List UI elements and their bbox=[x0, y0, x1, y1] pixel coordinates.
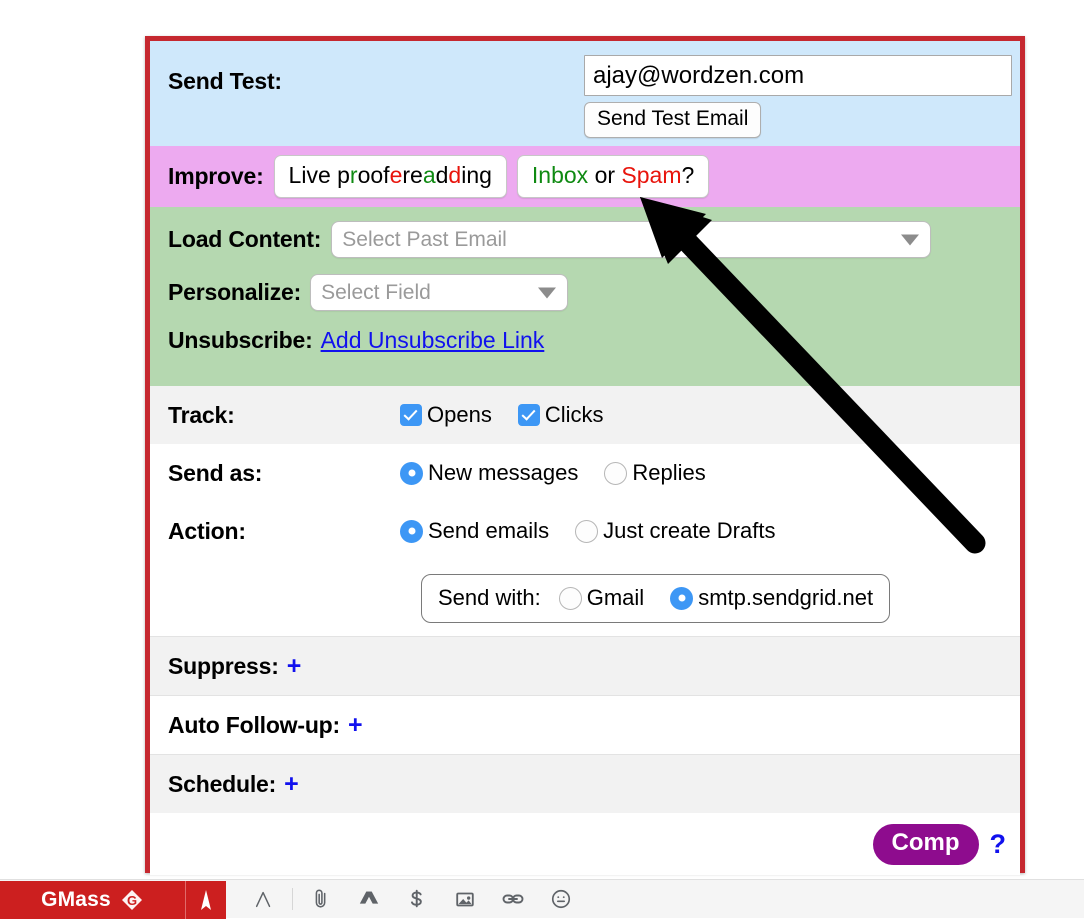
text-segment: or bbox=[588, 162, 621, 188]
track-label: Track: bbox=[168, 402, 400, 429]
personalize-label: Personalize: bbox=[168, 279, 301, 306]
send-with-smtp-radio[interactable] bbox=[670, 587, 693, 610]
panel-footer: Comp ? bbox=[150, 813, 1020, 875]
send-test-row: Send Test: Send Test Email bbox=[150, 41, 1020, 146]
improve-label: Improve: bbox=[168, 163, 264, 190]
send-as-new-messages-radio[interactable] bbox=[400, 462, 423, 485]
insert-link-icon[interactable] bbox=[489, 880, 537, 918]
compose-toolbar: GMass G bbox=[0, 879, 1084, 918]
text-segment: d bbox=[436, 162, 449, 188]
load-content-placeholder: Select Past Email bbox=[332, 228, 507, 252]
suppress-expand-icon[interactable]: + bbox=[287, 654, 302, 679]
attach-file-icon[interactable] bbox=[297, 880, 345, 918]
track-opens-checkbox[interactable] bbox=[400, 404, 422, 426]
gmass-send-button[interactable]: GMass G bbox=[0, 881, 185, 919]
text-segment: re bbox=[402, 162, 422, 188]
text-segment: Live p bbox=[289, 162, 350, 188]
text-segment: Spam bbox=[621, 162, 681, 188]
send-with-row: Send with: Gmail smtp.sendgrid.net bbox=[150, 560, 1020, 636]
gmass-arrow-icon bbox=[199, 889, 213, 911]
send-with-box: Send with: Gmail smtp.sendgrid.net bbox=[421, 574, 890, 623]
gmass-settings-panel: Send Test: Send Test Email Improve: Live… bbox=[145, 36, 1025, 873]
send-with-label: Send with: bbox=[438, 585, 541, 611]
insert-money-icon[interactable] bbox=[393, 880, 441, 918]
help-question-icon[interactable]: ? bbox=[990, 829, 1007, 860]
personalize-placeholder: Select Field bbox=[311, 281, 431, 305]
action-options: Send emails Just create Drafts bbox=[400, 518, 801, 544]
send-with-smtp-label: smtp.sendgrid.net bbox=[698, 585, 873, 611]
text-segment: r bbox=[350, 162, 358, 188]
schedule-label: Schedule: bbox=[168, 771, 276, 798]
send-as-options: New messages Replies bbox=[400, 460, 732, 486]
schedule-expand-icon[interactable]: + bbox=[284, 772, 299, 797]
content-options-block: Load Content: Select Past Email Personal… bbox=[150, 207, 1020, 386]
auto-followup-row[interactable]: Auto Follow-up: + bbox=[150, 695, 1020, 754]
track-opens-label: Opens bbox=[427, 402, 492, 428]
svg-text:G: G bbox=[127, 893, 137, 908]
text-segment: ing bbox=[461, 162, 492, 188]
track-clicks-label: Clicks bbox=[545, 402, 604, 428]
personalize-row: Personalize: Select Field bbox=[168, 274, 1002, 311]
load-content-label: Load Content: bbox=[168, 226, 321, 253]
text-segment: a bbox=[423, 162, 436, 188]
send-test-fields: Send Test Email bbox=[584, 55, 1012, 138]
chevron-down-icon bbox=[901, 234, 919, 245]
comp-button[interactable]: Comp bbox=[873, 824, 979, 865]
action-label: Action: bbox=[168, 518, 400, 545]
gmass-g-icon: G bbox=[120, 888, 144, 912]
suppress-label: Suppress: bbox=[168, 653, 279, 680]
action-create-drafts-label: Just create Drafts bbox=[603, 518, 775, 544]
action-send-emails-radio[interactable] bbox=[400, 520, 423, 543]
send-as-row: Send as: New messages Replies bbox=[150, 444, 1020, 502]
track-options: Opens Clicks bbox=[400, 402, 630, 428]
gmass-button-label: GMass bbox=[41, 888, 111, 912]
insert-photo-icon[interactable] bbox=[441, 880, 489, 918]
auto-followup-expand-icon[interactable]: + bbox=[348, 713, 363, 738]
send-as-new-messages-label: New messages bbox=[428, 460, 578, 486]
inbox-or-spam-button[interactable]: Inbox or Spam? bbox=[517, 155, 709, 198]
text-segment: Inbox bbox=[532, 162, 588, 188]
text-segment: d bbox=[448, 162, 461, 188]
send-as-label: Send as: bbox=[168, 460, 400, 487]
live-proofreading-button[interactable]: Live proofereadding bbox=[274, 155, 507, 198]
send-with-gmail-radio[interactable] bbox=[559, 587, 582, 610]
formatting-toolbar-icons bbox=[240, 880, 585, 918]
formatting-icon[interactable] bbox=[240, 880, 288, 918]
improve-row: Improve: Live proofereadding Inbox or Sp… bbox=[150, 146, 1020, 207]
google-drive-icon[interactable] bbox=[345, 880, 393, 918]
chevron-down-icon bbox=[538, 287, 556, 298]
suppress-row[interactable]: Suppress: + bbox=[150, 636, 1020, 695]
unsubscribe-row: Unsubscribe: Add Unsubscribe Link bbox=[168, 327, 1002, 354]
text-segment: e bbox=[390, 162, 403, 188]
send-as-replies-radio[interactable] bbox=[604, 462, 627, 485]
track-clicks-checkbox[interactable] bbox=[518, 404, 540, 426]
unsubscribe-label: Unsubscribe: bbox=[168, 327, 313, 354]
toolbar-divider bbox=[292, 888, 293, 910]
text-segment: oof bbox=[358, 162, 390, 188]
schedule-row[interactable]: Schedule: + bbox=[150, 754, 1020, 813]
action-send-emails-label: Send emails bbox=[428, 518, 549, 544]
send-as-replies-label: Replies bbox=[632, 460, 705, 486]
personalize-select[interactable]: Select Field bbox=[310, 274, 568, 311]
auto-followup-label: Auto Follow-up: bbox=[168, 712, 340, 739]
send-test-email-button[interactable]: Send Test Email bbox=[584, 102, 761, 138]
action-create-drafts-radio[interactable] bbox=[575, 520, 598, 543]
track-row: Track: Opens Clicks bbox=[150, 386, 1020, 444]
load-content-row: Load Content: Select Past Email bbox=[168, 221, 1002, 258]
gmass-dropdown-button[interactable] bbox=[185, 881, 226, 919]
test-email-input[interactable] bbox=[584, 55, 1012, 96]
action-row: Action: Send emails Just create Drafts bbox=[150, 502, 1020, 560]
insert-emoji-icon[interactable] bbox=[537, 880, 585, 918]
load-content-select[interactable]: Select Past Email bbox=[331, 221, 931, 258]
add-unsubscribe-link[interactable]: Add Unsubscribe Link bbox=[321, 327, 545, 354]
send-test-label: Send Test: bbox=[168, 68, 282, 95]
text-segment: ? bbox=[682, 162, 695, 188]
send-with-gmail-label: Gmail bbox=[587, 585, 644, 611]
